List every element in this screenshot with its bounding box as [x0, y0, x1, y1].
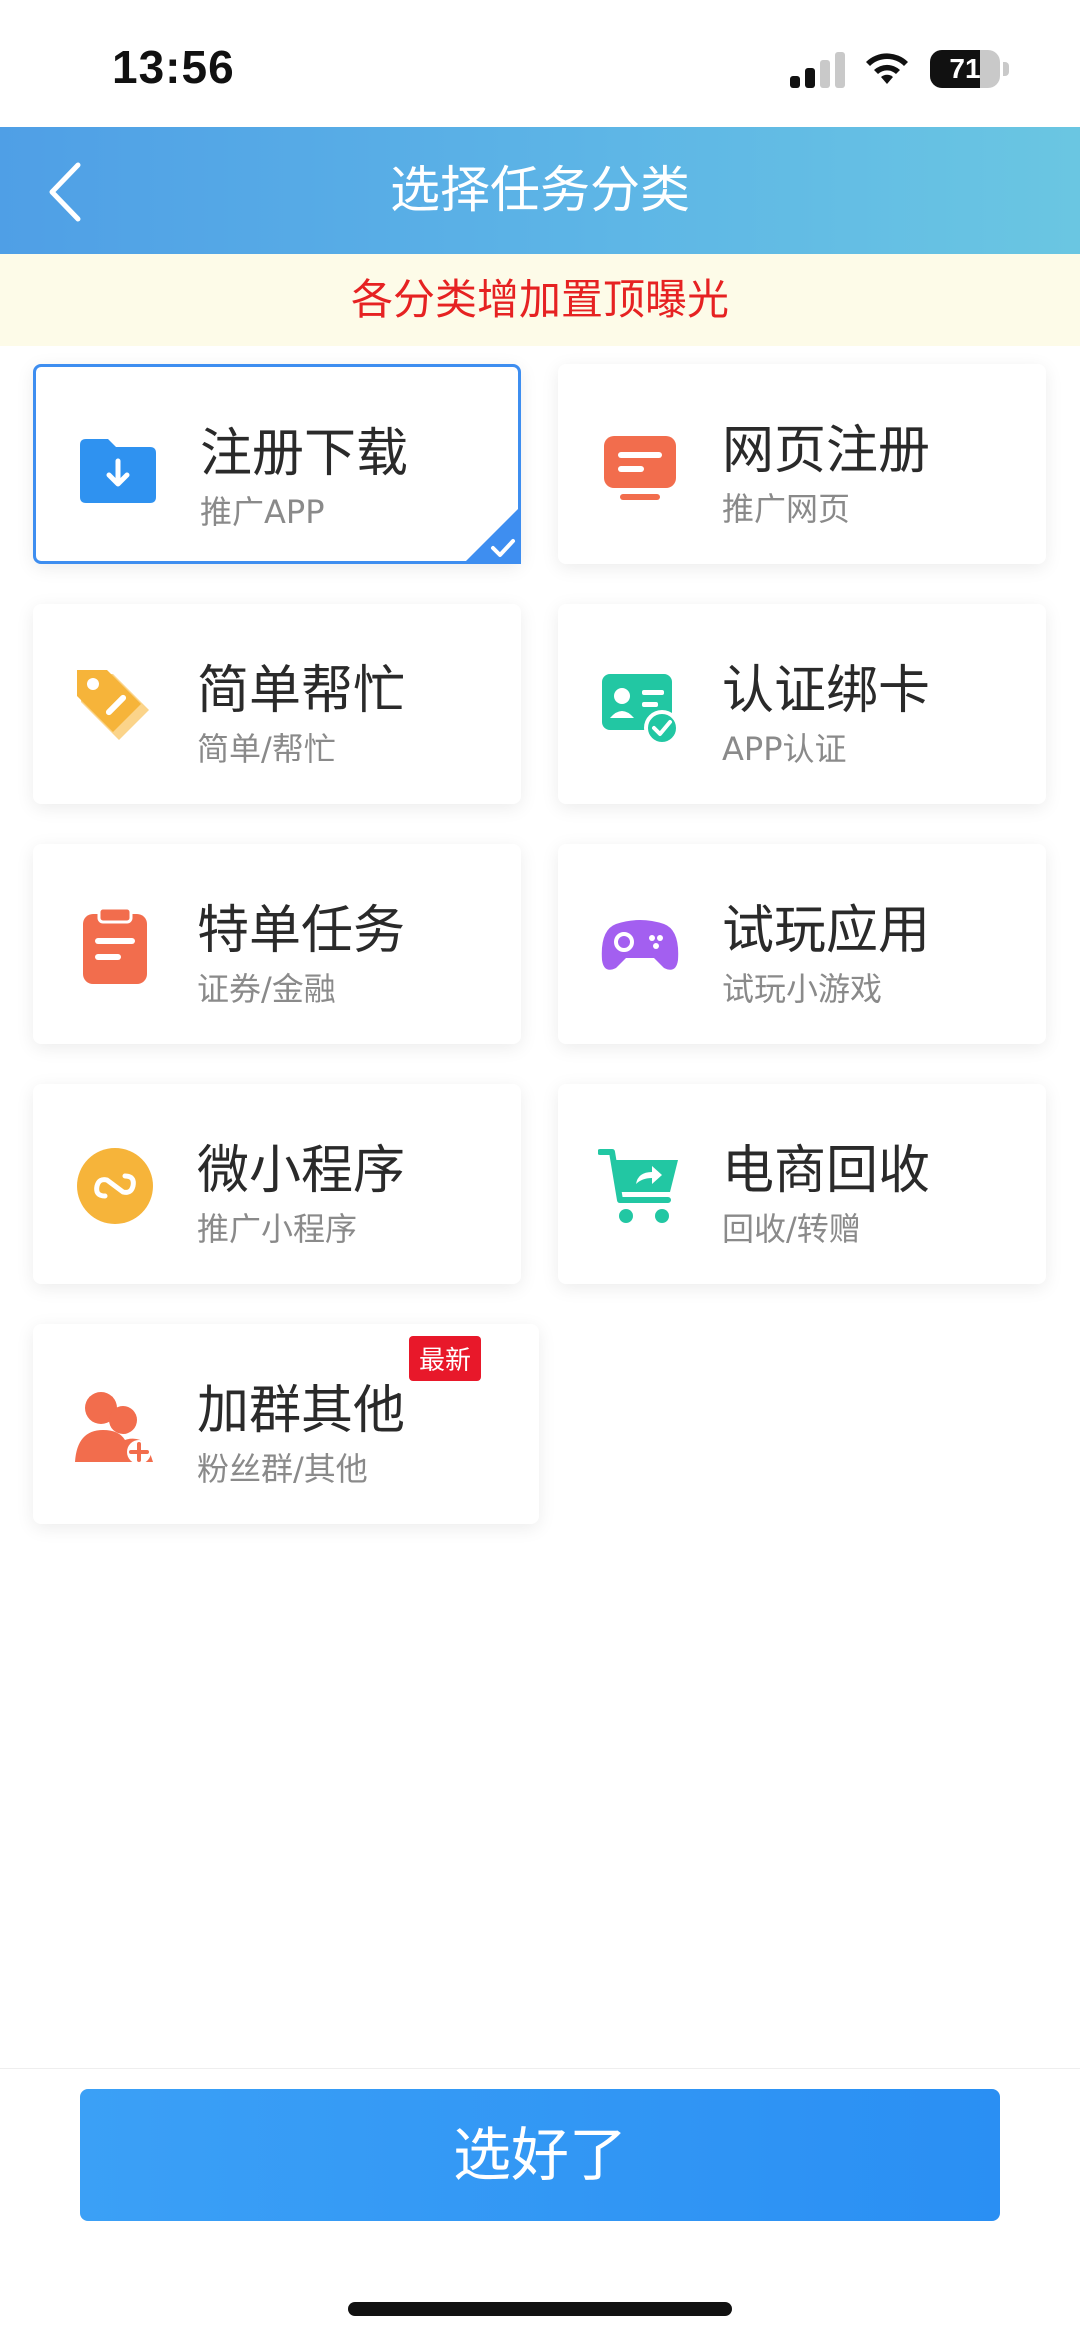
category-subtitle: 推广APP	[200, 493, 325, 531]
mini-program-icon	[77, 1148, 153, 1224]
category-title: 电商回收	[722, 1141, 931, 1201]
selected-check-icon	[463, 506, 521, 564]
category-title: 网页注册	[722, 421, 931, 481]
category-card-web-register[interactable]: 网页注册 推广网页	[558, 364, 1046, 564]
category-card-trial-app[interactable]: 试玩应用 试玩小游戏	[558, 844, 1046, 1044]
id-card-check-icon	[602, 674, 680, 746]
battery-icon: 71	[930, 50, 1010, 90]
battery-percent: 71	[949, 53, 981, 84]
category-title: 试玩应用	[722, 901, 931, 961]
notice-banner: 各分类增加置顶曝光	[0, 254, 1080, 346]
category-card-simple-help[interactable]: 简单帮忙 简单/帮忙	[33, 604, 521, 804]
folder-download-icon	[80, 439, 156, 503]
category-title: 加群其他	[197, 1381, 406, 1441]
category-subtitle: 简单/帮忙	[197, 730, 336, 768]
page-title: 选择任务分类	[390, 161, 690, 219]
category-subtitle: 推广小程序	[197, 1210, 358, 1248]
wifi-icon	[866, 53, 908, 84]
category-subtitle: 试玩小游戏	[722, 970, 883, 1008]
confirm-button[interactable]: 选好了	[80, 2089, 1000, 2221]
notice-text: 各分类增加置顶曝光	[350, 275, 729, 324]
category-card-ecommerce-recycle[interactable]: 电商回收 回收/转赠	[558, 1084, 1046, 1284]
category-card-mini-program[interactable]: 微小程序 推广小程序	[33, 1084, 521, 1284]
category-card-special-task[interactable]: 特单任务 证券/金融	[33, 844, 521, 1044]
category-subtitle: 回收/转赠	[722, 1210, 861, 1248]
category-title: 注册下载	[200, 424, 409, 484]
back-arrow-icon[interactable]	[30, 147, 120, 237]
category-card-verify-card[interactable]: 认证绑卡 APP认证	[558, 604, 1046, 804]
home-indicator	[348, 2302, 732, 2316]
new-badge: 最新	[408, 1336, 481, 1381]
monitor-icon	[604, 436, 676, 500]
category-subtitle: APP认证	[722, 730, 847, 768]
nav-header: 选择任务分类	[0, 127, 1080, 254]
clipboard-icon	[83, 906, 147, 984]
status-time: 13:56	[112, 41, 235, 93]
category-card-register-download[interactable]: 注册下载 推广APP	[33, 364, 521, 564]
category-title: 认证绑卡	[722, 661, 931, 721]
status-bar: 13:56 71	[0, 0, 1080, 127]
category-subtitle: 推广网页	[722, 490, 851, 528]
category-subtitle: 证券/金融	[197, 970, 336, 1008]
cart-share-icon	[598, 1149, 678, 1223]
category-title: 简单帮忙	[197, 661, 406, 721]
tag-icon	[77, 670, 149, 740]
category-subtitle: 粉丝群/其他	[197, 1450, 368, 1488]
add-user-icon	[75, 1392, 153, 1464]
gamepad-icon	[601, 920, 679, 970]
bottom-bar: 选好了	[0, 2068, 1080, 2339]
category-card-group-other[interactable]: 加群其他 粉丝群/其他 最新	[33, 1324, 539, 1524]
category-title: 微小程序	[197, 1141, 406, 1201]
category-title: 特单任务	[197, 901, 406, 961]
cellular-signal-icon	[790, 52, 846, 88]
